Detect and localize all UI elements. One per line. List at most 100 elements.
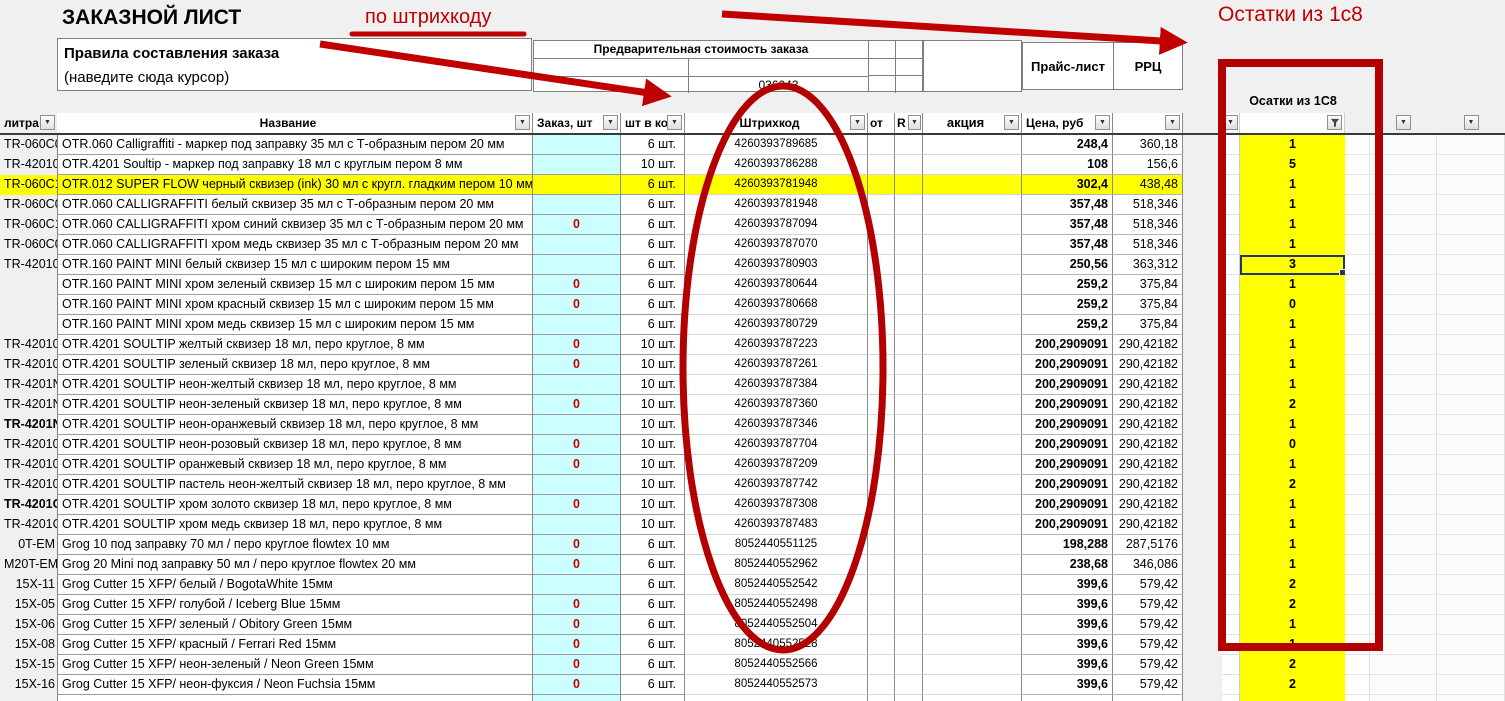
cell-barcode[interactable]: 8052440552566: [685, 655, 868, 675]
cell-perbox[interactable]: 6 шт.: [621, 615, 685, 635]
cell-gap[interactable]: [1183, 615, 1222, 635]
cell-stock[interactable]: 2: [1240, 575, 1345, 595]
cell-ot[interactable]: [868, 155, 895, 175]
cell-order[interactable]: 0: [533, 295, 621, 315]
cell-ot[interactable]: [868, 335, 895, 355]
cell-empty[interactable]: [1345, 515, 1370, 535]
cell-empty[interactable]: [1222, 655, 1240, 675]
cell-empty[interactable]: [1222, 475, 1240, 495]
cell-barcode[interactable]: 4260393780668: [685, 295, 868, 315]
cell-order[interactable]: 0: [533, 495, 621, 515]
cell-gap[interactable]: [1183, 375, 1222, 395]
cell-order[interactable]: 0: [533, 635, 621, 655]
cell-stock[interactable]: 2: [1240, 675, 1345, 695]
cell-gap[interactable]: [1183, 635, 1222, 655]
cell-empty[interactable]: [1345, 375, 1370, 395]
cell-gap[interactable]: [1183, 315, 1222, 335]
cell-ot[interactable]: [868, 555, 895, 575]
cell-perbox[interactable]: 6 шт.: [621, 555, 685, 575]
cell-ot[interactable]: [868, 215, 895, 235]
cell-stock[interactable]: 3: [1240, 255, 1345, 275]
cell-empty[interactable]: [1370, 415, 1437, 435]
cell-barcode[interactable]: 4260393787209: [685, 455, 868, 475]
cell-ot[interactable]: [868, 355, 895, 375]
cell-empty[interactable]: [1345, 455, 1370, 475]
cell-empty[interactable]: [1437, 395, 1505, 415]
cell-order[interactable]: [533, 695, 621, 701]
cell-empty[interactable]: [1437, 135, 1505, 155]
cell-name[interactable]: OTR.4201 SOULTIP неон-зеленый сквизер 18…: [57, 395, 533, 415]
cell-empty[interactable]: [1437, 595, 1505, 615]
cell-empty[interactable]: [1222, 275, 1240, 295]
cell-price[interactable]: [1022, 695, 1113, 701]
cell-gap[interactable]: [1183, 595, 1222, 615]
cell-empty[interactable]: [1370, 575, 1437, 595]
cell-aktsiya[interactable]: [923, 435, 1022, 455]
cell-order[interactable]: 0: [533, 395, 621, 415]
cell-article[interactable]: [0, 315, 57, 335]
cell-stock[interactable]: 1: [1240, 455, 1345, 475]
cell-stock[interactable]: 1: [1240, 555, 1345, 575]
cell-aktsiya[interactable]: [923, 195, 1022, 215]
cell-aktsiya[interactable]: [923, 175, 1022, 195]
cell-name[interactable]: OTR.012 SUPER FLOW черный сквизер (ink) …: [57, 175, 533, 195]
cell-barcode[interactable]: 4260393787346: [685, 415, 868, 435]
cell-empty[interactable]: [1222, 355, 1240, 375]
cell-rrc[interactable]: 290,42182: [1113, 415, 1183, 435]
cell-aktsiya[interactable]: [923, 275, 1022, 295]
cell-article[interactable]: TR-4201028: [0, 335, 57, 355]
cell-empty[interactable]: [1370, 595, 1437, 615]
cell-price[interactable]: 302,4: [1022, 175, 1113, 195]
cell-article[interactable]: M20T-EM: [0, 555, 57, 575]
cell-order[interactable]: 0: [533, 455, 621, 475]
cell-order[interactable]: [533, 515, 621, 535]
cell-r[interactable]: [895, 375, 923, 395]
cell-empty[interactable]: [1437, 535, 1505, 555]
cell-empty[interactable]: [1222, 215, 1240, 235]
cell-empty[interactable]: [1437, 355, 1505, 375]
cell-rrc[interactable]: 579,42: [1113, 575, 1183, 595]
cell-ot[interactable]: [868, 515, 895, 535]
cell-empty[interactable]: [1345, 635, 1370, 655]
cell-price[interactable]: 399,6: [1022, 595, 1113, 615]
cell-rrc[interactable]: 290,42182: [1113, 395, 1183, 415]
prelim-cost-value[interactable]: 036043: [689, 76, 868, 93]
cell-price[interactable]: 259,2: [1022, 315, 1113, 335]
cell-empty[interactable]: [1345, 535, 1370, 555]
filter-dropdown-button[interactable]: ▼: [667, 115, 682, 130]
cell-barcode[interactable]: 4260393787704: [685, 435, 868, 455]
cell-empty[interactable]: [1345, 415, 1370, 435]
cell-perbox[interactable]: 6 шт.: [621, 595, 685, 615]
cell-ot[interactable]: [868, 615, 895, 635]
cell-empty[interactable]: [1370, 355, 1437, 375]
cell-stock[interactable]: 1: [1240, 135, 1345, 155]
cell-price[interactable]: 200,2909091: [1022, 495, 1113, 515]
cell-r[interactable]: [895, 535, 923, 555]
cell-empty[interactable]: [1437, 455, 1505, 475]
cell-empty[interactable]: [1370, 615, 1437, 635]
cell-order[interactable]: 0: [533, 335, 621, 355]
cell-order[interactable]: 0: [533, 595, 621, 615]
cell-empty[interactable]: [1222, 375, 1240, 395]
cell-ot[interactable]: [868, 295, 895, 315]
cell-gap[interactable]: [1183, 475, 1222, 495]
cell-ot[interactable]: [868, 135, 895, 155]
cell-price[interactable]: 198,288: [1022, 535, 1113, 555]
cell-aktsiya[interactable]: [923, 415, 1022, 435]
cell-r[interactable]: [895, 675, 923, 695]
cell-barcode[interactable]: 4260393787742: [685, 475, 868, 495]
cell-empty[interactable]: [1437, 375, 1505, 395]
cell-ot[interactable]: [868, 635, 895, 655]
cell-gap[interactable]: [1183, 535, 1222, 555]
cell-empty[interactable]: [1370, 495, 1437, 515]
cell-order[interactable]: [533, 415, 621, 435]
cell-perbox[interactable]: 6 шт.: [621, 195, 685, 215]
cell-name[interactable]: OTR.060 Calligraffiti - маркер под запра…: [57, 135, 533, 155]
cell-perbox[interactable]: 10 шт.: [621, 355, 685, 375]
cell-price[interactable]: 200,2909091: [1022, 355, 1113, 375]
cell-r[interactable]: [895, 255, 923, 275]
cell-empty[interactable]: [1222, 175, 1240, 195]
cell-barcode[interactable]: 4260393787483: [685, 515, 868, 535]
cell-stock[interactable]: [1240, 695, 1345, 701]
cell-perbox[interactable]: [621, 695, 685, 701]
